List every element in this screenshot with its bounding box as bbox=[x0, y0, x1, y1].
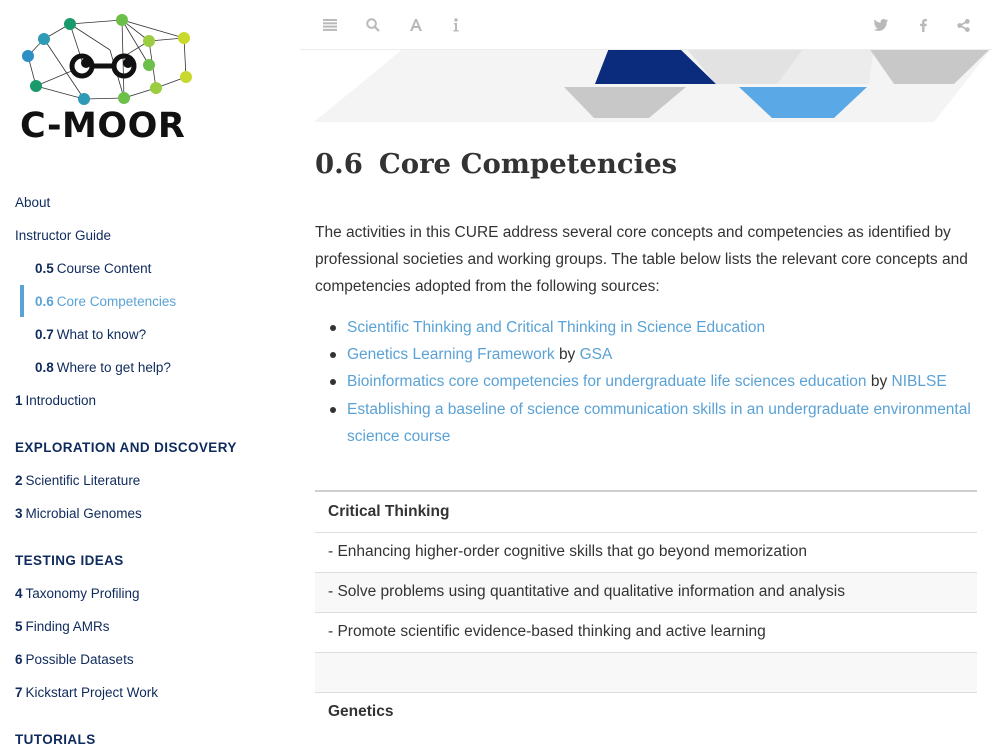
section-number: 0.6 bbox=[315, 148, 363, 180]
source-list-item: Establishing a baseline of science commu… bbox=[315, 396, 977, 450]
nav-item-label: Kickstart Project Work bbox=[25, 685, 159, 700]
nav-item-label: About bbox=[15, 195, 51, 210]
nav-item-label: Possible Datasets bbox=[25, 652, 134, 667]
competencies-table: Critical Thinking - Enhancing higher-orde… bbox=[315, 490, 977, 732]
nav-item-instructor-guide[interactable]: Instructor Guide bbox=[0, 219, 300, 252]
menu-icon bbox=[323, 19, 337, 31]
nav-item-label: Where to get help? bbox=[56, 360, 171, 375]
nav-item-label: Instructor Guide bbox=[15, 228, 112, 243]
banner-graphic bbox=[314, 50, 991, 122]
nav-item-introduction[interactable]: 1 Introduction bbox=[0, 384, 300, 417]
nav-section-header: TUTORIALS bbox=[15, 732, 96, 744]
logo-wordmark: C-MOOR bbox=[20, 106, 186, 146]
nav-item-kickstart-project-work[interactable]: 7 Kickstart Project Work bbox=[0, 676, 300, 709]
nav-item-core-competencies[interactable]: 0.6 Core Competencies bbox=[0, 285, 300, 318]
nav-item-number: 0.7 bbox=[35, 327, 54, 342]
twitter-icon bbox=[874, 19, 888, 31]
share-button[interactable] bbox=[952, 14, 974, 36]
search-icon bbox=[366, 18, 380, 32]
table-section-row: Genetics bbox=[315, 691, 977, 732]
nav-item-finding-amrs[interactable]: 5 Finding AMRs bbox=[0, 610, 300, 643]
section-title: Core Competencies bbox=[378, 148, 678, 180]
font-settings-button[interactable] bbox=[405, 14, 427, 36]
intro-paragraph: The activities in this CURE address seve… bbox=[315, 224, 968, 295]
nav-item-about[interactable]: About bbox=[0, 186, 300, 219]
table-row bbox=[315, 651, 977, 692]
table-row: - Promote scientific evidence-based thin… bbox=[315, 611, 977, 652]
info-button[interactable] bbox=[445, 14, 467, 36]
nav-item-number: 7 bbox=[15, 685, 23, 700]
chapter-banner-image bbox=[314, 50, 992, 122]
facebook-share-button[interactable] bbox=[912, 14, 934, 36]
nav-item-number: 0.8 bbox=[35, 360, 54, 375]
network-logo-icon bbox=[22, 14, 192, 105]
nav-item-label: Finding AMRs bbox=[25, 619, 110, 634]
sources-list: Scientific Thinking and Critical Thinkin… bbox=[315, 314, 977, 450]
nav-section-header: TESTING IDEAS bbox=[15, 553, 124, 568]
info-icon bbox=[453, 18, 459, 32]
nav-item-number: 2 bbox=[15, 473, 23, 488]
facebook-icon bbox=[919, 18, 927, 32]
nav-item-where-to-get-help[interactable]: 0.8 Where to get help? bbox=[0, 351, 300, 384]
table-of-contents: About Instructor Guide 0.5 Course Content 0.… bbox=[0, 186, 300, 744]
nav-item-number: 6 bbox=[15, 652, 23, 667]
font-icon bbox=[410, 19, 422, 31]
table-cell: - Solve problems using quantitative and … bbox=[315, 571, 977, 612]
nav-item-course-content[interactable]: 0.5 Course Content bbox=[0, 252, 300, 285]
page-title: 0.6 Core Competencies bbox=[315, 148, 677, 180]
nav-item-number: 0.6 bbox=[35, 294, 54, 309]
table-cell bbox=[315, 651, 977, 692]
share-icon bbox=[956, 18, 970, 32]
nav-item-number: 3 bbox=[15, 506, 23, 521]
nav-item-number: 1 bbox=[15, 393, 23, 408]
nav-item-label: Scientific Literature bbox=[25, 473, 141, 488]
nav-item-label: Course Content bbox=[56, 261, 152, 276]
c-moor-logo[interactable]: C-MOOR bbox=[14, 10, 210, 150]
nav-item-label: Taxonomy Profiling bbox=[25, 586, 140, 601]
twitter-share-button[interactable] bbox=[870, 14, 892, 36]
nav-item-number: 0.5 bbox=[35, 261, 54, 276]
search-button[interactable] bbox=[362, 14, 384, 36]
nav-item-label: Microbial Genomes bbox=[25, 506, 142, 521]
source-link[interactable]: Genetics Learning Framework bbox=[347, 346, 555, 363]
table-row: - Solve problems using quantitative and … bbox=[315, 571, 977, 612]
nav-item-label: What to know? bbox=[56, 327, 147, 342]
table-section-cell: Critical Thinking bbox=[315, 490, 977, 532]
source-by-text: by bbox=[870, 373, 888, 390]
table-cell: - Promote scientific evidence-based thin… bbox=[315, 611, 977, 652]
nav-item-number: 4 bbox=[15, 586, 23, 601]
source-by-text: by bbox=[558, 346, 576, 363]
book-toolbar bbox=[300, 0, 992, 50]
source-link[interactable]: Scientific Thinking and Critical Thinkin… bbox=[347, 319, 765, 336]
source-org-link[interactable]: GSA bbox=[580, 346, 613, 363]
nav-section-header: EXPLORATION AND DISCOVERY bbox=[15, 440, 237, 455]
nav-item-microbial-genomes[interactable]: 3 Microbial Genomes bbox=[0, 497, 300, 530]
source-link[interactable]: Establishing a baseline of science commu… bbox=[347, 401, 971, 445]
nav-item-label: Introduction bbox=[25, 393, 97, 408]
table-row: - Enhancing higher-order cognitive skill… bbox=[315, 531, 977, 572]
sidebar: C-MOOR About Instructor Guide 0.5 Course Co… bbox=[0, 0, 300, 744]
nav-item-label: Core Competencies bbox=[56, 294, 177, 309]
nav-item-scientific-literature[interactable]: 2 Scientific Literature bbox=[0, 464, 300, 497]
table-cell: - Enhancing higher-order cognitive skill… bbox=[315, 531, 977, 572]
nav-item-possible-datasets[interactable]: 6 Possible Datasets bbox=[0, 643, 300, 676]
source-org-link[interactable]: NIBLSE bbox=[892, 373, 947, 390]
table-section-cell: Genetics bbox=[315, 691, 977, 732]
nav-item-what-to-know[interactable]: 0.7 What to know? bbox=[0, 318, 300, 351]
source-list-item: Bioinformatics core competencies for und… bbox=[315, 368, 977, 395]
table-section-row: Critical Thinking bbox=[315, 490, 977, 532]
nav-item-number: 5 bbox=[15, 619, 23, 634]
source-list-item: Scientific Thinking and Critical Thinkin… bbox=[315, 314, 977, 341]
source-link[interactable]: Bioinformatics core competencies for und… bbox=[347, 373, 867, 390]
nav-item-taxonomy-profiling[interactable]: 4 Taxonomy Profiling bbox=[0, 577, 300, 610]
toggle-sidebar-button[interactable] bbox=[319, 14, 341, 36]
source-list-item: Genetics Learning Framework by GSA bbox=[315, 341, 977, 368]
